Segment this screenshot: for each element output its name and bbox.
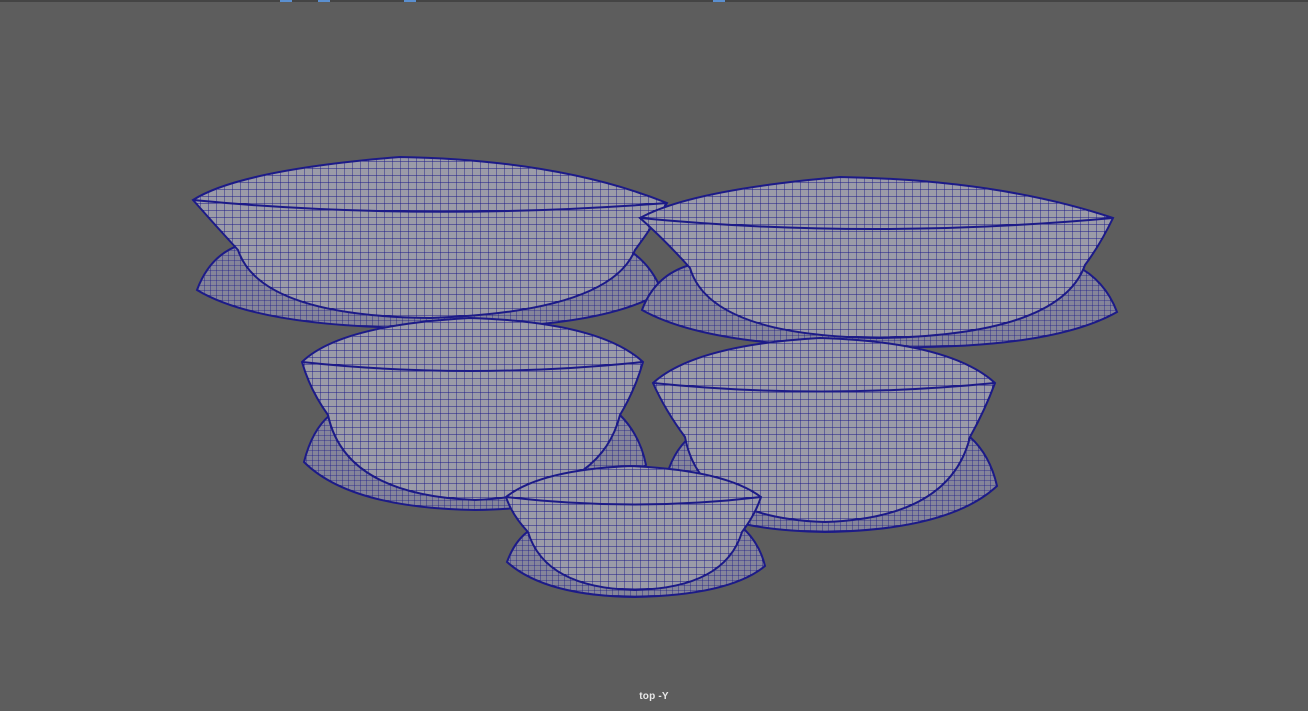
scene-view[interactable] bbox=[0, 0, 1308, 711]
pillow-mesh-1[interactable] bbox=[191, 155, 669, 330]
pillow-mesh-5[interactable] bbox=[504, 464, 767, 599]
3d-viewport[interactable]: top -Y bbox=[0, 0, 1308, 711]
camera-label: top -Y bbox=[639, 691, 669, 702]
pillow-mesh-2[interactable] bbox=[638, 175, 1119, 349]
